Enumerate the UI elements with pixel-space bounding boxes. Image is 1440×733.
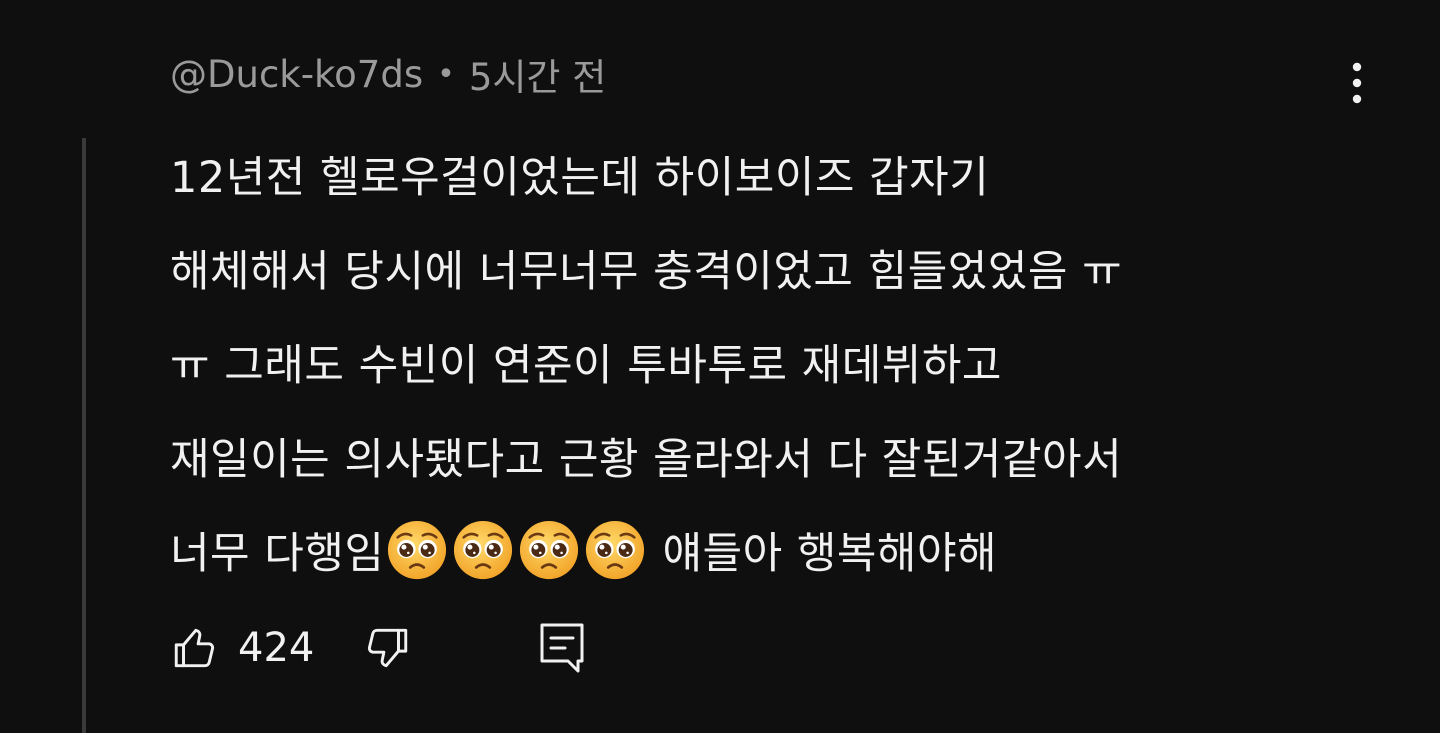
comment-timestamp[interactable]: 5시간 전 [469, 47, 606, 101]
reply-button[interactable] [538, 621, 586, 675]
like-count: 424 [238, 625, 315, 671]
dislike-button[interactable] [362, 623, 412, 673]
emoji-group [386, 519, 646, 581]
comment-actions: 424 [170, 615, 586, 681]
like-button[interactable]: 424 [170, 623, 314, 673]
comment-line: ㅠ 그래도 수빈이 연준이 투바투로 재데뷔하고 [170, 341, 1002, 391]
more-options-button[interactable] [1330, 56, 1384, 110]
pleading-face-emoji [454, 520, 513, 580]
comment-line: 해체해서 당시에 너무너무 충격이었고 힘들었었음 ㅠ [170, 247, 1123, 297]
thread-line [82, 138, 86, 733]
comment-line-text: 너무 다행임 [170, 529, 385, 579]
meta-separator: • [437, 56, 455, 92]
comment-reply-icon [540, 623, 584, 673]
pleading-face-emoji [586, 520, 645, 580]
comment-line-with-emojis: 너무 다행임 얘들아 행복해야해 [170, 503, 1350, 597]
thumbs-down-icon [368, 628, 408, 668]
comment-card: @Duck-ko7ds • 5시간 전 12년전 헬로우걸이었는데 하이보이즈 … [0, 0, 1440, 733]
comment-body: 12년전 헬로우걸이었는데 하이보이즈 갑자기 해체해서 당시에 너무너무 충격… [170, 127, 1350, 597]
pleading-face-emoji [388, 520, 447, 580]
comment-line: 재일이는 의사됐다고 근황 올라와서 다 잘된거같아서 [170, 435, 1123, 485]
comment-header: @Duck-ko7ds • 5시간 전 [170, 48, 606, 100]
comment-line-text: 얘들아 행복해야해 [662, 529, 998, 579]
comment-line: 12년전 헬로우걸이었는데 하이보이즈 갑자기 [170, 153, 990, 203]
pleading-face-emoji [520, 520, 579, 580]
author-handle[interactable]: @Duck-ko7ds [170, 53, 423, 96]
more-vertical-icon [1352, 62, 1362, 104]
thumbs-up-icon [174, 628, 215, 668]
